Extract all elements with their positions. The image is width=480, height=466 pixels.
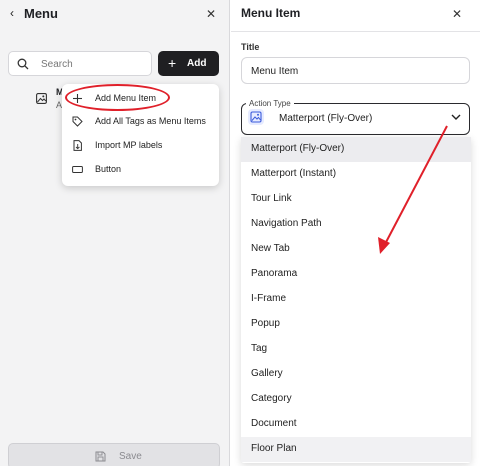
search-input[interactable] [41,55,141,73]
action-type-option-label: Matterport (Instant) [251,168,337,179]
dropdown-item-label: Import MP labels [95,140,163,150]
menu-item-panel: Menu Item ✕ Title Menu Item Action Type … [231,0,480,466]
action-type-option-label: Popup [251,318,280,329]
action-type-option-label: Navigation Path [251,218,322,229]
action-type-option[interactable]: Tour Link [241,187,471,212]
action-type-icon-box [248,109,264,125]
menu-panel: ‹ Menu ✕ + Add M A Add Menu Item [0,0,230,466]
action-type-option-label: Tour Link [251,193,292,204]
plus-icon: + [168,55,177,71]
action-type-option[interactable]: Floor Plan [241,437,471,462]
header-divider [231,31,480,32]
action-type-option[interactable]: Matterport (Fly-Over) [241,137,471,162]
action-type-option-label: Matterport (Fly-Over) [251,143,345,154]
file-import-icon [73,140,82,151]
dropdown-item-label: Add All Tags as Menu Items [95,116,206,126]
action-type-option-label: I-Frame [251,293,286,304]
action-type-option[interactable]: Tag [241,337,471,362]
close-icon[interactable]: ✕ [206,7,216,21]
action-type-value: Matterport (Fly-Over) [279,113,373,124]
dropdown-item-add-all-tags[interactable]: Add All Tags as Menu Items [62,110,219,132]
title-input-value: Menu Item [251,66,299,77]
action-type-option[interactable]: Document [241,412,471,437]
action-type-option-label: Gallery [251,368,283,379]
floppy-disk-icon [95,451,106,462]
tag-icon [72,116,83,127]
action-type-option[interactable]: Popup [241,312,471,337]
action-type-options-list: Matterport (Fly-Over) Matterport (Instant… [241,137,471,463]
action-type-option[interactable]: New Tab [241,237,471,262]
highlight-ellipse-annotation [65,84,170,111]
search-field[interactable] [8,51,152,76]
action-type-option[interactable]: Category [241,387,471,412]
title-field-label: Title [241,42,260,52]
button-icon [72,166,83,173]
menu-item-panel-title: Menu Item [241,6,301,20]
dropdown-item-button[interactable]: Button [62,158,219,180]
action-type-option[interactable]: I-Frame [241,287,471,312]
back-chevron-icon[interactable]: ‹ [10,6,14,20]
chevron-down-icon[interactable] [451,113,461,121]
action-type-option-label: Panorama [251,268,298,279]
action-type-option-label: Category [251,393,292,404]
action-type-option-label: Document [251,418,297,429]
action-type-option[interactable]: Matterport (Instant) [241,162,471,187]
action-type-option-label: Floor Plan [251,443,297,454]
action-type-label: Action Type [246,99,294,108]
add-button[interactable]: + Add [158,51,219,76]
title-input[interactable]: Menu Item [241,57,470,84]
save-button-label: Save [119,451,142,462]
action-type-option[interactable]: Gallery [241,362,471,387]
image-icon [250,111,262,123]
action-type-option[interactable]: Panorama [241,262,471,287]
search-icon [17,58,29,70]
action-type-option[interactable]: Navigation Path [241,212,471,237]
add-button-label: Add [187,58,207,69]
close-icon[interactable]: ✕ [452,7,462,21]
action-type-option-label: New Tab [251,243,290,254]
action-type-option-label: Tag [251,343,268,354]
save-button[interactable]: Save [8,443,220,466]
dropdown-item-import-mp-labels[interactable]: Import MP labels [62,134,219,156]
image-icon [36,93,47,104]
menu-panel-title: Menu [24,6,58,21]
dropdown-item-label: Button [95,164,122,174]
